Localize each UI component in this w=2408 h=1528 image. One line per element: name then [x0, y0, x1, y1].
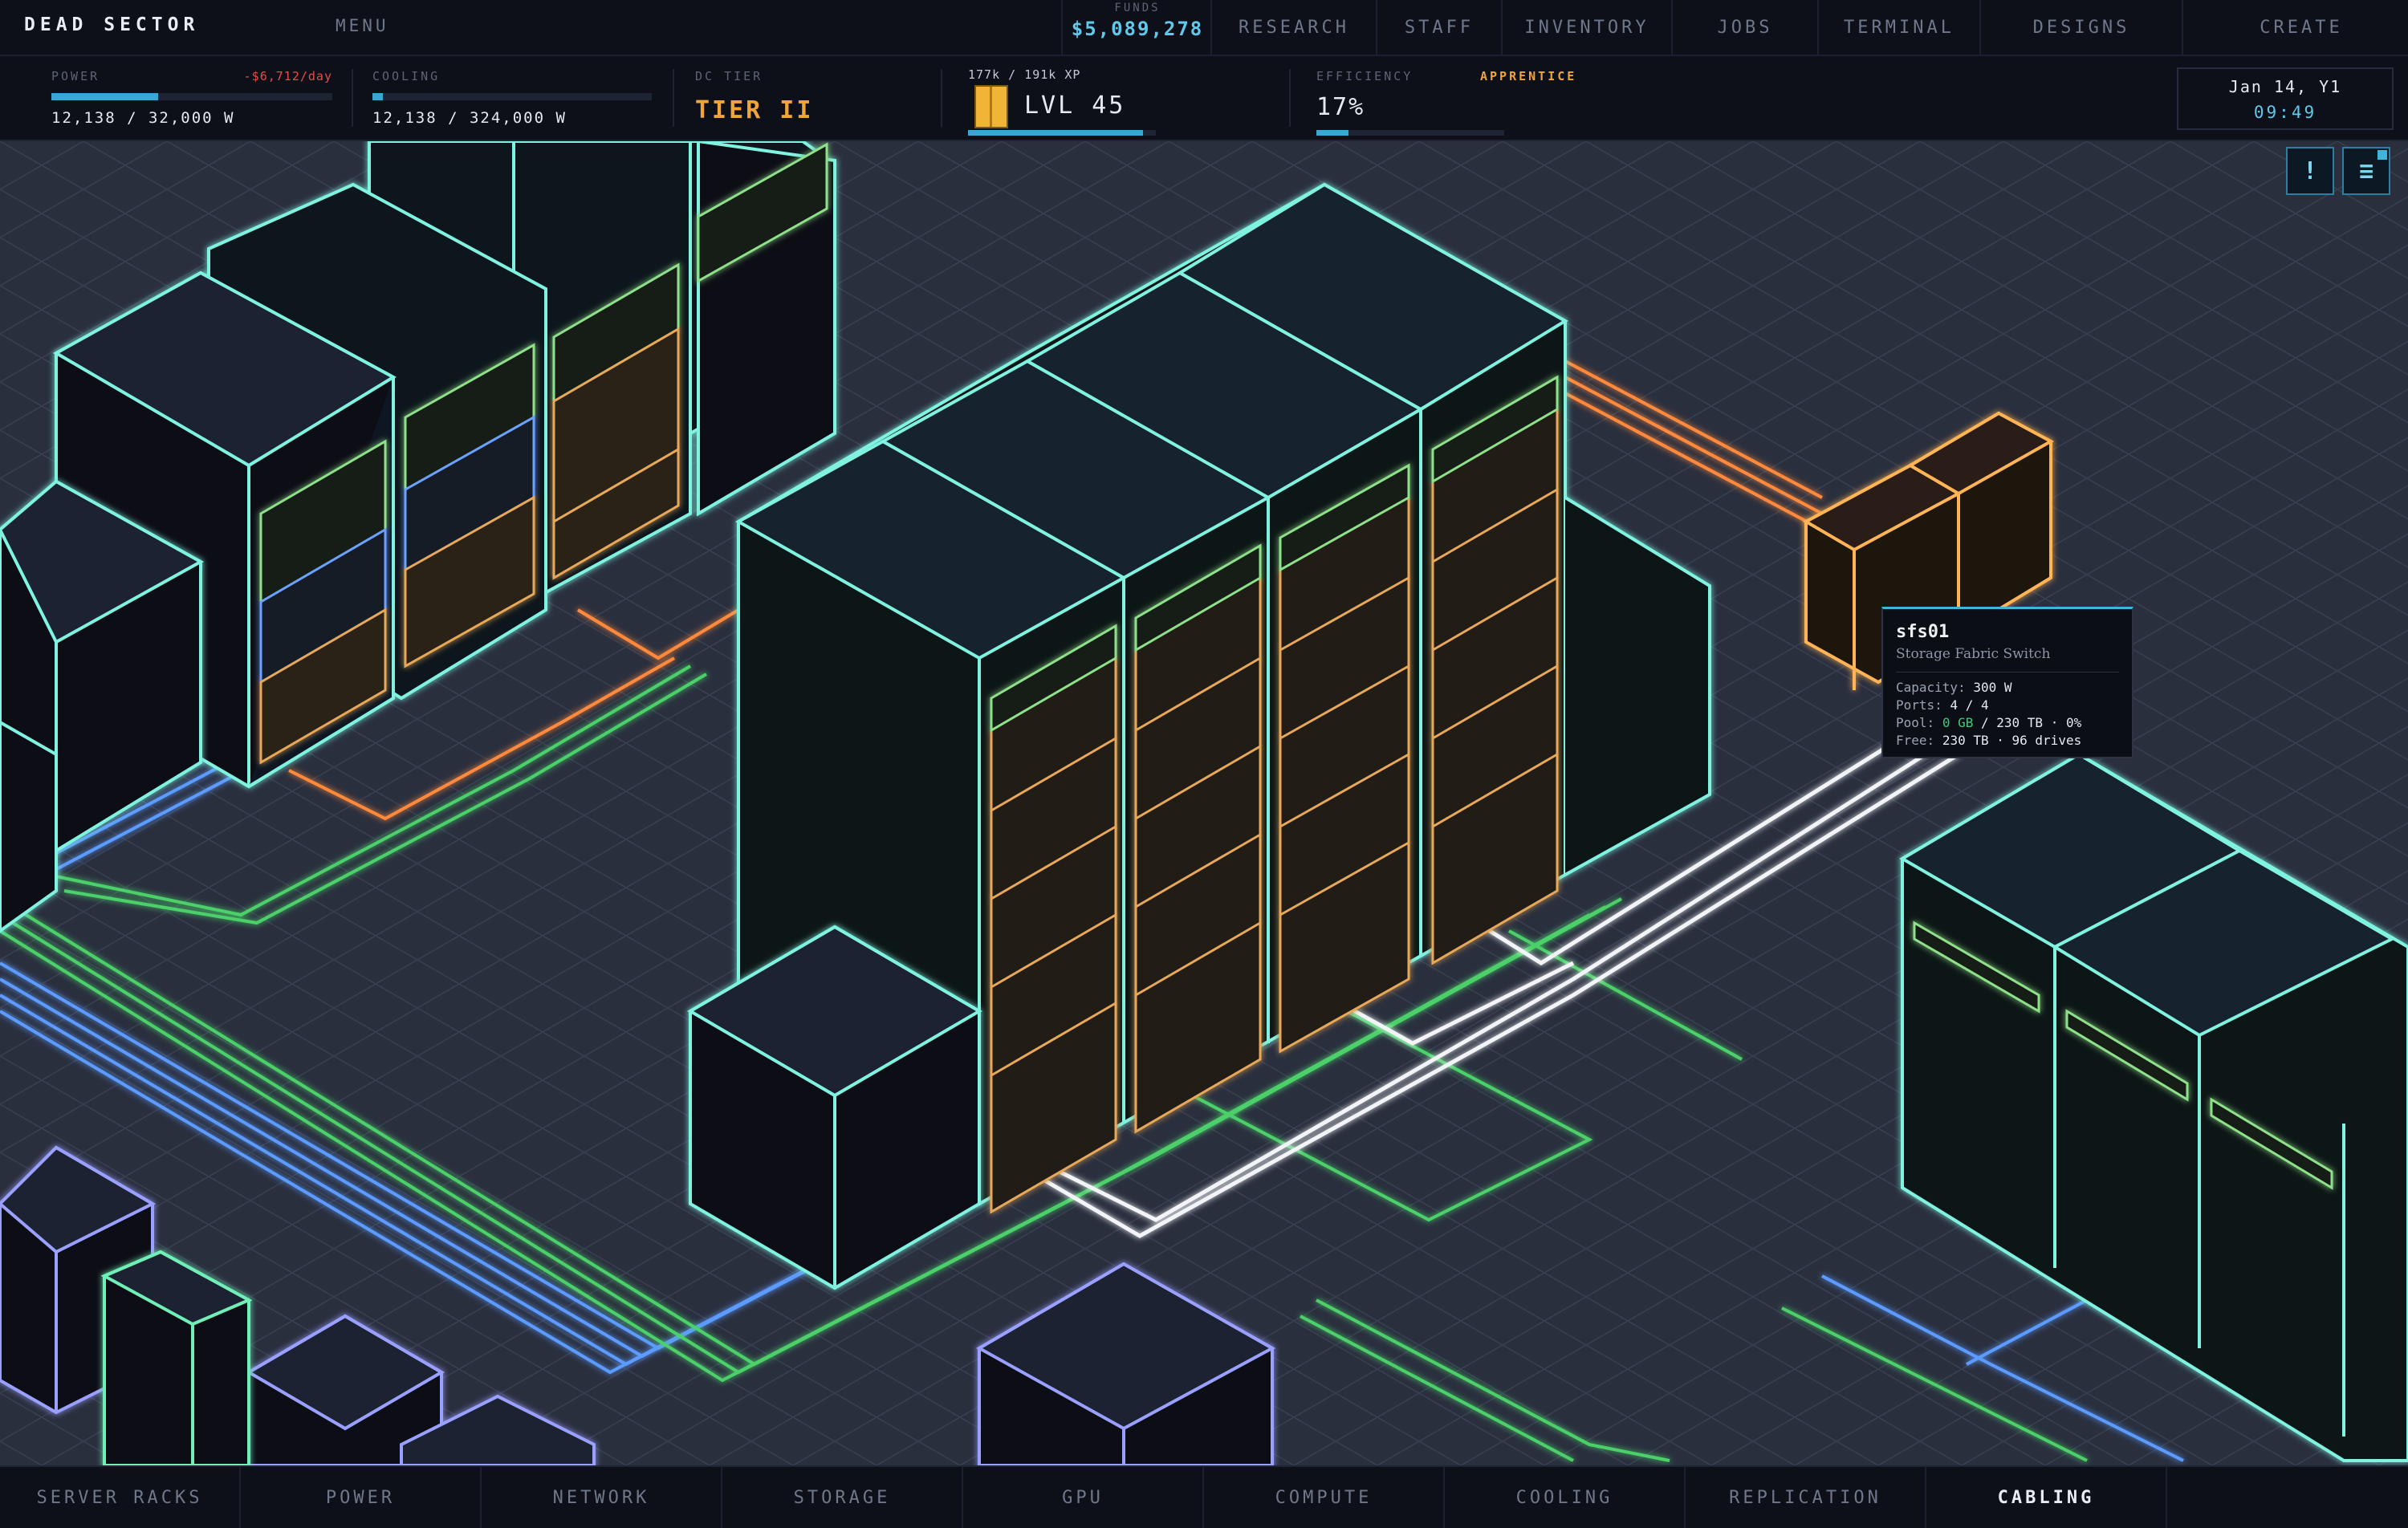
- tab-compute[interactable]: COMPUTE: [1204, 1467, 1445, 1528]
- xp-label: 177k / 191k XP: [968, 67, 1081, 82]
- tooltip-capacity: Capacity: 300 W: [1896, 680, 2012, 695]
- tab-jobs[interactable]: JOBS: [1671, 0, 1817, 55]
- xp-stat: 177k / 191k XP LVL 45: [968, 56, 1161, 140]
- cooling-stat: COOLING 12,138 / 324,000 W: [372, 56, 652, 140]
- efficiency-stat: EFFICIENCY APPRENTICE 17%: [1316, 56, 1637, 140]
- game-clock: Jan 14, Y1 09:49: [2177, 67, 2394, 130]
- tooltip-free: Free: 230 TB · 96 drives: [1896, 733, 2082, 748]
- efficiency-bar: [1316, 130, 1504, 136]
- funds-display: FUNDS $5,089,278: [1061, 0, 1212, 55]
- top-nav-tabs: RESEARCH STAFF INVENTORY JOBS TERMINAL D…: [1210, 0, 2408, 55]
- tab-server-racks[interactable]: SERVER RACKS: [0, 1467, 241, 1528]
- level-badge-icon: [974, 85, 1008, 128]
- tooltip-device-type: Storage Fabric Switch: [1896, 646, 2051, 662]
- tab-network[interactable]: NETWORK: [482, 1467, 722, 1528]
- menu-button[interactable]: MENU: [336, 16, 389, 35]
- tier-stat: DC TIER TIER II: [695, 56, 928, 140]
- efficiency-label: EFFICIENCY: [1316, 69, 1413, 83]
- tab-replication[interactable]: REPLICATION: [1686, 1467, 1926, 1528]
- alert-icon: !: [2302, 156, 2318, 185]
- divider: [352, 69, 353, 127]
- efficiency-value: 17%: [1316, 93, 1365, 121]
- options-button[interactable]: ≡: [2342, 147, 2390, 195]
- tab-create[interactable]: CREATE: [2182, 0, 2408, 55]
- tooltip-pool: Pool: 0 GB / 230 TB · 0%: [1896, 715, 2082, 730]
- power-label: POWER: [51, 69, 100, 83]
- device-tooltip: sfs01 Storage Fabric Switch Capacity: 30…: [1881, 607, 2133, 758]
- rank-label: APPRENTICE: [1480, 69, 1577, 83]
- stats-bar: POWER -$6,712/day 12,138 / 32,000 W COOL…: [0, 56, 2408, 141]
- divider: [673, 69, 674, 127]
- tab-designs[interactable]: DESIGNS: [1979, 0, 2182, 55]
- tab-power[interactable]: POWER: [241, 1467, 482, 1528]
- tooltip-divider: [1896, 672, 2119, 673]
- divider: [1289, 69, 1291, 127]
- tab-storage[interactable]: STORAGE: [722, 1467, 963, 1528]
- divider: [941, 69, 942, 127]
- tab-cabling[interactable]: CABLING: [1926, 1467, 2167, 1528]
- alert-button[interactable]: !: [2286, 147, 2334, 195]
- tab-staff[interactable]: STAFF: [1376, 0, 1501, 55]
- hamburger-icon: ≡: [2358, 156, 2374, 185]
- power-bar: [51, 93, 332, 100]
- cooling-bar-fill: [372, 93, 383, 100]
- xp-bar: [968, 130, 1156, 136]
- tab-cooling[interactable]: COOLING: [1445, 1467, 1686, 1528]
- level-value: LVL 45: [1024, 91, 1126, 120]
- build-category-bar: SERVER RACKS POWER NETWORK STORAGE GPU C…: [0, 1465, 2408, 1528]
- power-value: 12,138 / 32,000 W: [51, 109, 235, 127]
- cooling-value: 12,138 / 324,000 W: [372, 109, 567, 127]
- tooltip-ports: Ports: 4 / 4: [1896, 697, 1989, 713]
- tooltip-device-name: sfs01: [1896, 622, 1950, 642]
- tab-inventory[interactable]: INVENTORY: [1501, 0, 1671, 55]
- power-bar-fill: [51, 93, 158, 100]
- cooling-bar: [372, 93, 652, 100]
- isometric-floor-scene[interactable]: [0, 0, 2408, 1526]
- tier-label: DC TIER: [695, 69, 763, 83]
- power-stat: POWER -$6,712/day 12,138 / 32,000 W: [51, 56, 332, 140]
- tab-research[interactable]: RESEARCH: [1210, 0, 1376, 55]
- game-title: DEAD SECTOR: [24, 14, 200, 35]
- tab-gpu[interactable]: GPU: [963, 1467, 1204, 1528]
- tab-terminal[interactable]: TERMINAL: [1817, 0, 1979, 55]
- clock-time: 09:49: [2253, 103, 2317, 122]
- tier-value: TIER II: [695, 96, 814, 124]
- notification-dot: [2377, 150, 2387, 160]
- power-cost: -$6,712/day: [243, 69, 332, 83]
- funds-label: FUNDS: [1114, 2, 1161, 14]
- clock-date: Jan 14, Y1: [2228, 77, 2342, 96]
- cooling-label: COOLING: [372, 69, 441, 83]
- xp-bar-fill: [968, 130, 1143, 136]
- funds-value: $5,089,278: [1071, 18, 1204, 40]
- efficiency-bar-fill: [1316, 130, 1348, 136]
- top-bar: DEAD SECTOR MENU FUNDS $5,089,278 RESEAR…: [0, 0, 2408, 56]
